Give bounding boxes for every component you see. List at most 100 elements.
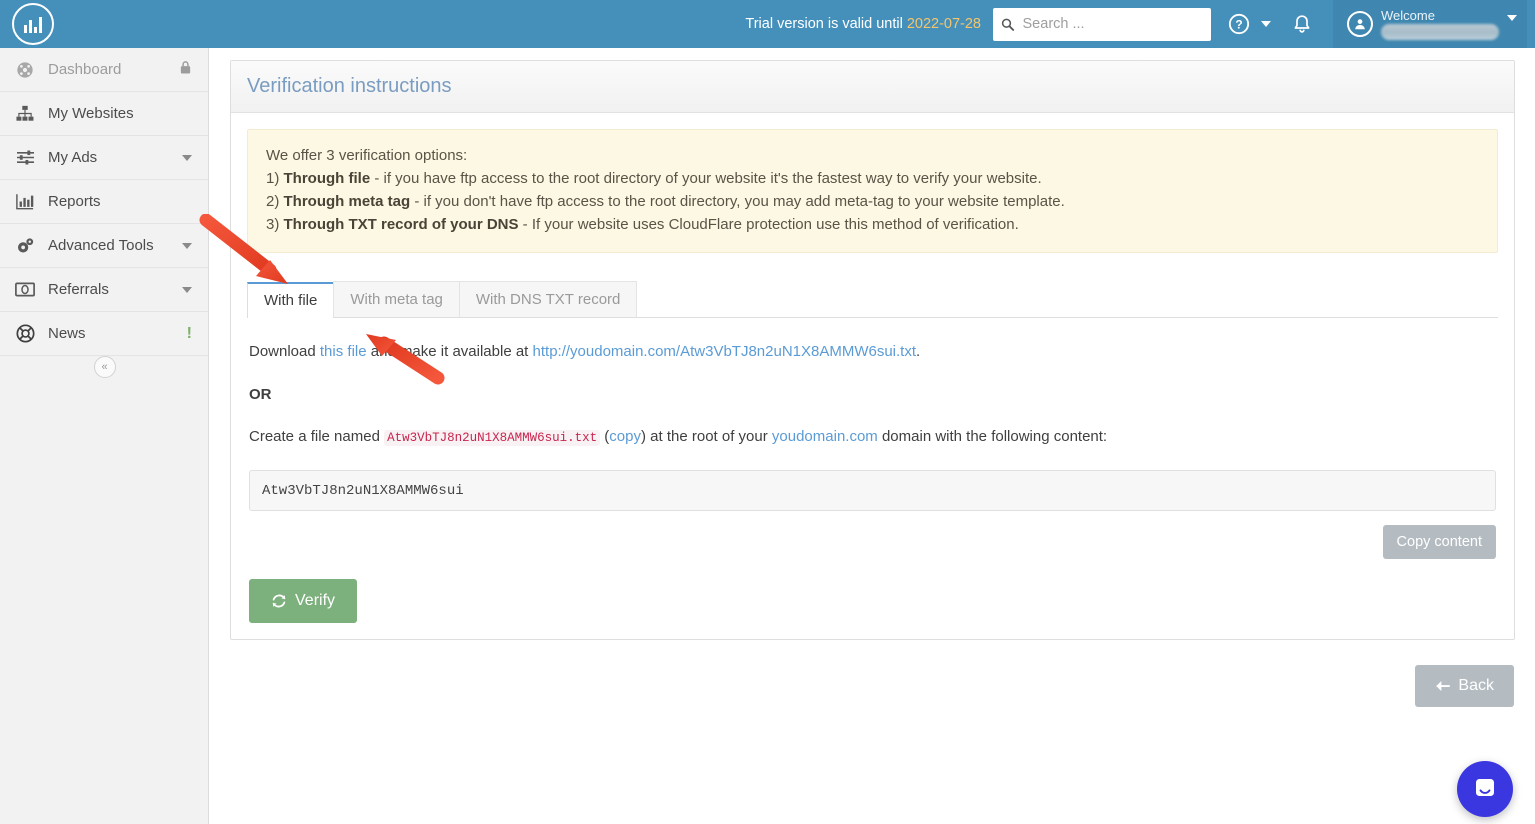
life-ring-icon [14, 324, 36, 343]
trial-notice: Trial version is valid until 2022-07-28 [745, 16, 981, 32]
verification-method-tabs: With file With meta tag With DNS TXT rec… [247, 281, 1498, 318]
notifications-button[interactable] [1277, 0, 1327, 48]
search-input[interactable] [1020, 15, 1203, 33]
copy-content-button[interactable]: Copy content [1382, 525, 1496, 559]
sidebar-item-label: News [48, 325, 86, 342]
this-file-link[interactable]: this file [320, 343, 367, 360]
copy-filename-link[interactable]: copy [609, 428, 641, 445]
sidebar-item-dashboard[interactable]: Dashboard [0, 48, 208, 92]
news-alert-badge: ! [186, 324, 192, 342]
main-content-area: Verification instructions We offer 3 ver… [209, 48, 1535, 824]
download-instruction-line: Download this file and make it available… [249, 340, 1496, 364]
verification-options-alert: We offer 3 verification options: 1) Thro… [247, 129, 1498, 253]
welcome-label: Welcome [1381, 7, 1435, 23]
panel-body: We offer 3 verification options: 1) Thro… [231, 113, 1514, 639]
logo-bars [24, 17, 42, 33]
option-rest: - if you have ftp access to the root dir… [370, 170, 1042, 187]
chevron-down-icon [182, 154, 192, 161]
chevron-down-icon [1507, 15, 1517, 21]
verify-button-label: Verify [295, 592, 336, 609]
trial-expiry-date: 2022-07-28 [906, 16, 981, 32]
trial-notice-text: Trial version is valid until [745, 16, 903, 32]
verification-code-value: Atw3VbTJ8n2uN1X8AMMW6sui [262, 482, 464, 499]
sidebar-item-label: Dashboard [48, 61, 122, 78]
sidebar-item-advanced-tools[interactable]: Advanced Tools [0, 224, 208, 268]
option-rest: - if you don't have ftp access to the ro… [410, 193, 1065, 210]
help-dropdown-toggle[interactable] [1255, 0, 1277, 48]
back-button-label: Back [1458, 677, 1494, 694]
money-bill-icon [14, 282, 36, 297]
top-header-bar: Trial version is valid until 2022-07-28 … [0, 0, 1535, 48]
option-rest: - If your website uses CloudFlare protec… [518, 216, 1019, 233]
create-suffix: domain with the following content: [877, 428, 1108, 445]
sliders-icon [14, 149, 36, 166]
create-prefix: Create a file named [249, 428, 385, 445]
bar-chart-icon [14, 193, 36, 210]
download-middle: and make it available at [366, 343, 533, 360]
tab-with-dns-txt-record[interactable]: With DNS TXT record [458, 281, 638, 317]
user-name-redacted [1381, 23, 1499, 40]
user-text-block: Welcome [1381, 9, 1499, 40]
sidebar-collapse-control[interactable]: « [0, 356, 209, 378]
sidebar-item-news[interactable]: News ! [0, 312, 208, 356]
user-avatar-icon [1347, 11, 1373, 37]
sidebar-item-my-websites[interactable]: My Websites [0, 92, 208, 136]
page-title: Verification instructions [247, 75, 452, 97]
collapse-chevrons-icon[interactable]: « [93, 356, 116, 378]
sidebar-item-label: Reports [48, 193, 101, 210]
copy-close-paren: ) [640, 428, 651, 445]
arrow-left-icon [1436, 680, 1451, 692]
domain-link[interactable]: youdomain.com [772, 428, 878, 445]
alert-intro: We offer 3 verification options: [266, 147, 468, 164]
copy-content-row: Copy content [249, 525, 1496, 559]
search-icon [1001, 18, 1015, 31]
with-file-tab-panel: Download this file and make it available… [247, 318, 1498, 623]
search-box[interactable] [993, 7, 1211, 41]
verification-file-url-link[interactable]: http://youdomain.com/Atw3VbTJ8n2uN1X8AMM… [533, 343, 917, 360]
gears-icon [14, 237, 36, 255]
verify-button[interactable]: Verify [249, 579, 358, 623]
logo-zone[interactable] [0, 0, 210, 48]
download-prefix: Download [249, 343, 320, 360]
sidebar-item-label: My Ads [48, 149, 98, 166]
alert-option-3: 3) Through TXT record of your DNS - If y… [266, 213, 1479, 236]
or-separator: OR [249, 386, 272, 403]
intercom-chat-icon [1476, 779, 1494, 796]
sidebar-item-label: Advanced Tools [48, 237, 154, 254]
panel-header: Verification instructions [231, 61, 1514, 113]
lock-icon [179, 60, 192, 79]
verification-file-name: Atw3VbTJ8n2uN1X8AMMW6sui.txt [384, 430, 601, 446]
sidebar-nav: Dashboard My Websites My Ads Reports Adv… [0, 48, 209, 824]
sidebar-item-my-ads[interactable]: My Ads [0, 136, 208, 180]
verification-panel: Verification instructions We offer 3 ver… [230, 60, 1515, 640]
user-menu[interactable]: Welcome [1333, 0, 1527, 48]
option-strong: Through file [283, 170, 371, 187]
chevron-down-icon [182, 242, 192, 249]
chevron-down-icon [182, 286, 192, 293]
chat-launcher-button[interactable] [1457, 761, 1513, 817]
option-strong: Through meta tag [283, 193, 411, 210]
alert-option-1: 1) Through file - if you have ftp access… [266, 167, 1479, 190]
question-circle-icon: ? [1228, 13, 1250, 35]
back-button[interactable]: Back [1415, 665, 1514, 707]
sidebar-item-label: My Websites [48, 105, 134, 122]
header-right-cluster: Trial version is valid until 2022-07-28 … [210, 0, 1535, 48]
copy-open-paren: ( [600, 428, 610, 445]
verification-code-box[interactable]: Atw3VbTJ8n2uN1X8AMMW6sui [249, 470, 1496, 511]
sidebar-item-reports[interactable]: Reports [0, 180, 208, 224]
help-button[interactable]: ? [1223, 0, 1255, 48]
create-file-instruction-line: Create a file named Atw3VbTJ8n2uN1X8AMMW… [249, 425, 1496, 450]
sitemap-icon [14, 105, 36, 122]
refresh-icon [272, 594, 286, 608]
option-number: 2) [266, 193, 280, 210]
bell-icon [1294, 14, 1310, 33]
sidebar-item-label: Referrals [48, 281, 109, 298]
sidebar-item-referrals[interactable]: Referrals [0, 268, 208, 312]
tab-with-file[interactable]: With file [247, 282, 335, 318]
bar-chart-logo-icon[interactable] [12, 3, 54, 45]
download-suffix: . [916, 343, 921, 360]
tab-with-meta-tag[interactable]: With meta tag [333, 281, 460, 317]
alert-option-2: 2) Through meta tag - if you don't have … [266, 190, 1479, 213]
chevron-down-icon [1261, 21, 1271, 27]
option-number: 1) [266, 170, 280, 187]
